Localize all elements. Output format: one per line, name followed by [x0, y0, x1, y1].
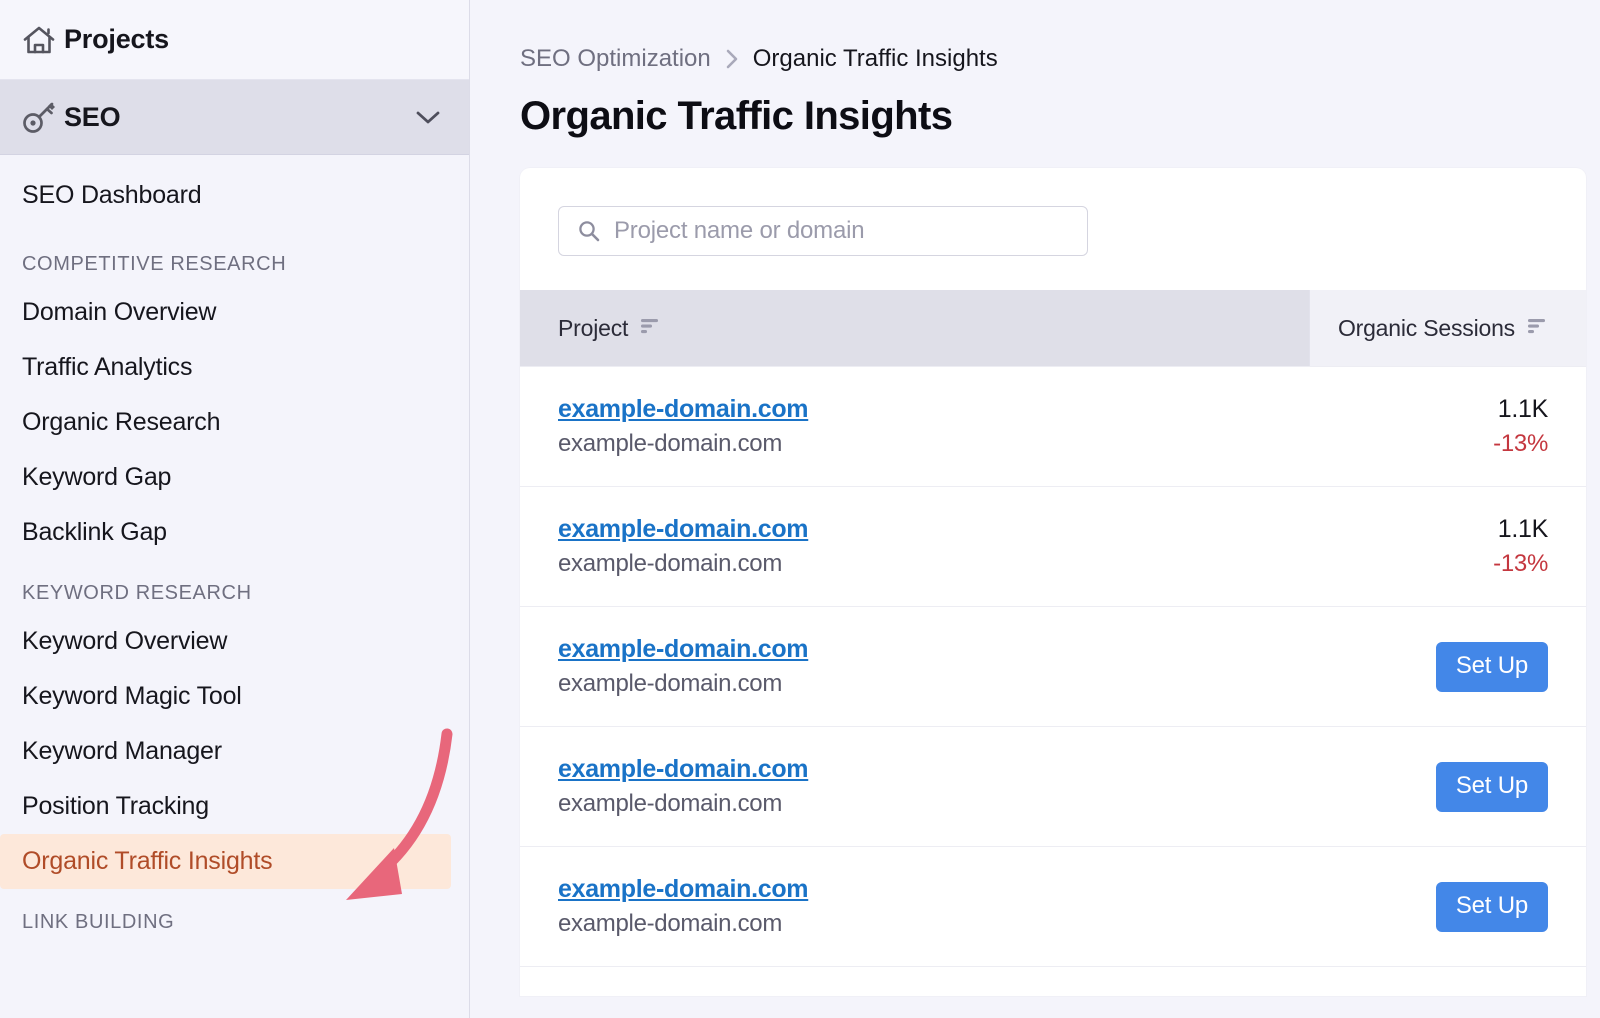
breadcrumb: SEO Optimization Organic Traffic Insight… [520, 42, 1600, 76]
cell-organic-sessions: Set Up [1309, 847, 1586, 966]
search-area: Project name or domain [520, 168, 1586, 290]
sidebar-item-label: Projects [64, 24, 169, 55]
sessions-value: 1.1K [1498, 514, 1548, 545]
search-input[interactable]: Project name or domain [558, 206, 1088, 256]
sidebar-item-organic-traffic-insights[interactable]: Organic Traffic Insights [0, 834, 451, 889]
sidebar-item-label: Keyword Manager [22, 737, 222, 766]
table-row[interactable]: example-domain.com example-domain.com Se… [520, 846, 1586, 966]
search-placeholder: Project name or domain [614, 217, 864, 245]
sidebar-item-label: Organic Research [22, 408, 220, 437]
cell-project: example-domain.com example-domain.com [520, 487, 1309, 606]
sidebar-item-organic-research[interactable]: Organic Research [0, 395, 469, 450]
breadcrumb-current: Organic Traffic Insights [753, 45, 998, 73]
project-domain: example-domain.com [558, 669, 1309, 699]
key-icon [22, 100, 64, 134]
main-content: SEO Optimization Organic Traffic Insight… [470, 0, 1600, 1018]
project-link[interactable]: example-domain.com [558, 754, 1309, 785]
sidebar-item-keyword-gap[interactable]: Keyword Gap [0, 450, 469, 505]
sidebar-item-label: SEO Dashboard [22, 181, 201, 210]
project-domain: example-domain.com [558, 549, 1309, 579]
table-row[interactable]: example-domain.com example-domain.com 1.… [520, 366, 1586, 486]
table-row[interactable] [520, 966, 1586, 996]
sidebar-item-projects[interactable]: Projects [0, 0, 469, 80]
project-domain: example-domain.com [558, 909, 1309, 939]
column-header-project[interactable]: Project [520, 290, 1309, 366]
breadcrumb-parent[interactable]: SEO Optimization [520, 45, 711, 73]
table-header: Project Organic Sessions [520, 290, 1586, 366]
set-up-button[interactable]: Set Up [1436, 882, 1548, 932]
sidebar-item-label: Keyword Gap [22, 463, 171, 492]
sidebar-item-keyword-overview[interactable]: Keyword Overview [0, 614, 469, 669]
cell-organic-sessions: Set Up [1309, 607, 1586, 726]
set-up-button[interactable]: Set Up [1436, 642, 1548, 692]
column-header-organic-sessions[interactable]: Organic Sessions [1309, 290, 1586, 366]
cell-organic-sessions: Set Up [1309, 727, 1586, 846]
cell-project: example-domain.com example-domain.com [520, 727, 1309, 846]
sidebar-item-domain-overview[interactable]: Domain Overview [0, 285, 469, 340]
project-link[interactable]: example-domain.com [558, 514, 1309, 545]
set-up-button[interactable]: Set Up [1436, 762, 1548, 812]
project-link[interactable]: example-domain.com [558, 634, 1309, 665]
sidebar-item-label: Domain Overview [22, 298, 216, 327]
column-header-label: Project [558, 315, 628, 342]
sidebar-item-label: Keyword Magic Tool [22, 682, 242, 711]
cell-organic-sessions: 1.1K -13% [1309, 367, 1586, 486]
sort-icon[interactable] [639, 316, 661, 341]
cell-organic-sessions: 1.1K -13% [1309, 487, 1586, 606]
table-row[interactable]: example-domain.com example-domain.com Se… [520, 606, 1586, 726]
sidebar-item-label: Keyword Overview [22, 627, 227, 656]
sort-icon[interactable] [1526, 316, 1548, 341]
table-row[interactable]: example-domain.com example-domain.com 1.… [520, 486, 1586, 606]
sidebar: Projects SEO SEO Dashboard [0, 0, 470, 1018]
project-domain: example-domain.com [558, 789, 1309, 819]
sidebar-group-title-competitive-research: COMPETITIVE RESEARCH [0, 223, 469, 285]
sidebar-item-backlink-gap[interactable]: Backlink Gap [0, 505, 469, 560]
cell-project: example-domain.com example-domain.com [520, 367, 1309, 486]
search-icon [577, 219, 601, 243]
projects-card: Project name or domain Project Organ [520, 168, 1586, 996]
sidebar-item-label: Position Tracking [22, 792, 209, 821]
chevron-right-icon [725, 48, 739, 70]
cell-project: example-domain.com example-domain.com [520, 607, 1309, 726]
sidebar-item-seo-dashboard[interactable]: SEO Dashboard [0, 168, 469, 223]
sidebar-item-label: Organic Traffic Insights [22, 847, 272, 876]
sidebar-section-label: SEO [64, 102, 415, 133]
sessions-delta: -13% [1493, 549, 1548, 579]
sidebar-item-keyword-manager[interactable]: Keyword Manager [0, 724, 469, 779]
sidebar-item-label: Traffic Analytics [22, 353, 192, 382]
sidebar-group-title-keyword-research: KEYWORD RESEARCH [0, 560, 469, 614]
sidebar-item-keyword-magic-tool[interactable]: Keyword Magic Tool [0, 669, 469, 724]
project-domain: example-domain.com [558, 429, 1309, 459]
chevron-down-icon[interactable] [415, 109, 441, 125]
sidebar-nav: SEO Dashboard COMPETITIVE RESEARCH Domai… [0, 155, 469, 943]
column-header-label: Organic Sessions [1338, 315, 1515, 342]
cell-project: example-domain.com example-domain.com [520, 847, 1309, 966]
home-icon [22, 24, 64, 56]
sessions-delta: -13% [1493, 429, 1548, 459]
page-title: Organic Traffic Insights [520, 94, 1600, 138]
sidebar-group-title-link-building: LINK BUILDING [0, 889, 469, 943]
project-link[interactable]: example-domain.com [558, 874, 1309, 905]
app-root: Projects SEO SEO Dashboard [0, 0, 1600, 1018]
sidebar-item-label: Backlink Gap [22, 518, 167, 547]
sidebar-section-seo[interactable]: SEO [0, 80, 469, 155]
project-link[interactable]: example-domain.com [558, 394, 1309, 425]
table-row[interactable]: example-domain.com example-domain.com Se… [520, 726, 1586, 846]
sidebar-item-traffic-analytics[interactable]: Traffic Analytics [0, 340, 469, 395]
sessions-value: 1.1K [1498, 394, 1548, 425]
sidebar-item-position-tracking[interactable]: Position Tracking [0, 779, 469, 834]
